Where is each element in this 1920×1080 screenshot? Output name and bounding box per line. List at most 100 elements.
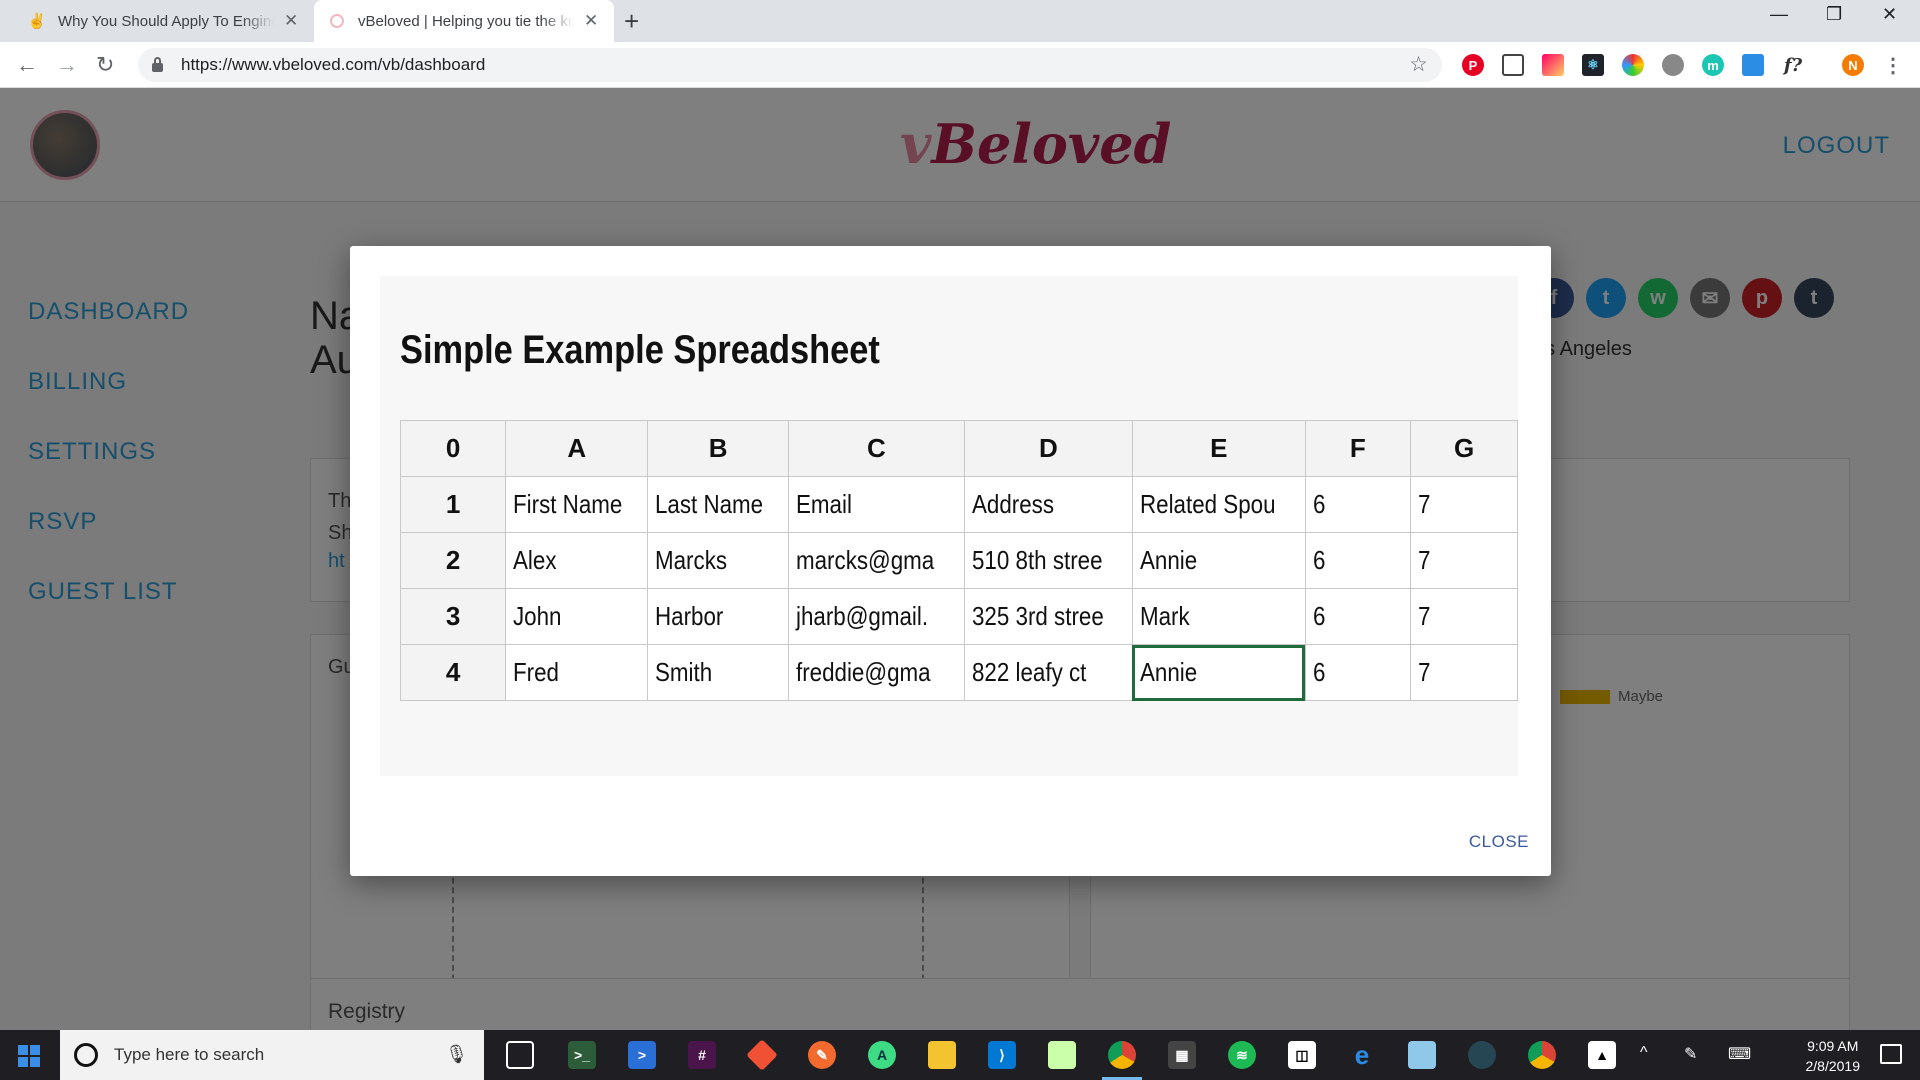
grid-cell: 6 [1304, 476, 1412, 533]
table-row: 4 Fred Smith freddie@gma 822 leafy ct An… [399, 644, 1518, 701]
postman-icon[interactable]: ✎ [808, 1041, 836, 1069]
grid-cell: Smith [647, 644, 789, 701]
selected-cell: Annie [1131, 644, 1306, 701]
grid-cell: First Name [505, 476, 649, 533]
gray-ext-icon[interactable] [1662, 54, 1684, 76]
react-ext-icon[interactable]: ⚛ [1582, 54, 1604, 76]
grid-cell: 822 leafy ct [963, 644, 1133, 701]
grid-cell: Annie [1131, 532, 1306, 589]
reader-icon[interactable]: ◫ [1288, 1041, 1316, 1069]
window-ext-icon[interactable] [1742, 54, 1764, 76]
lock-icon [152, 56, 163, 72]
grid-cell: 325 3rd stree [963, 588, 1133, 645]
photos-icon[interactable]: ▲ [1588, 1041, 1616, 1069]
color-wheel-ext-icon[interactable] [1622, 54, 1644, 76]
color-ext-icon[interactable] [1542, 54, 1564, 76]
grid-cell: 6 [1304, 532, 1412, 589]
slack-icon[interactable]: # [688, 1041, 716, 1069]
taskbar-search[interactable]: Type here to search 🎙 [60, 1030, 484, 1080]
tab-title: vBeloved | Helping you tie the knot [358, 12, 574, 30]
teal-ext-icon[interactable]: m [1702, 54, 1724, 76]
taskbar-clock[interactable]: 9:09 AM 2/8/2019 [1806, 1036, 1861, 1076]
spreadsheet-image: Simple Example Spreadsheet 0 A B C D E F… [380, 276, 1518, 776]
windows-start-icon[interactable] [18, 1045, 40, 1067]
grid-cell: jharb@gmail. [788, 588, 965, 645]
file-explorer-icon[interactable] [928, 1041, 956, 1069]
calculator-icon[interactable]: ▦ [1168, 1041, 1196, 1069]
terminal-icon[interactable]: >_ [568, 1041, 596, 1069]
reload-icon[interactable]: ↻ [96, 52, 114, 78]
grid-cell: Alex [505, 532, 649, 589]
minimize-icon[interactable]: — [1770, 4, 1788, 25]
pinterest-ext-icon[interactable]: P [1462, 54, 1484, 76]
windows-taskbar: Type here to search 🎙 >_ > # ✎ A ⟩ ▦ ≋ ◫… [0, 1030, 1920, 1080]
notes-icon[interactable] [1408, 1041, 1436, 1069]
tab-engineering[interactable]: ✌ Why You Should Apply To Engineering ✕ [14, 0, 314, 42]
peace-hand-icon: ✌ [27, 13, 47, 30]
chrome-icon[interactable] [1108, 1041, 1136, 1069]
header-cell: C [788, 420, 965, 477]
powershell-icon[interactable]: > [628, 1041, 656, 1069]
url-text[interactable]: https://www.vbeloved.com/vb/dashboard [181, 55, 485, 75]
microphone-icon[interactable]: 🎙 [445, 1044, 468, 1065]
grid-cell: freddie@gma [788, 644, 965, 701]
grid-cell: 7 [1410, 476, 1518, 533]
task-view-icon[interactable] [506, 1041, 534, 1069]
tray-chevron-icon[interactable]: ^ [1640, 1044, 1648, 1062]
close-window-icon[interactable]: ✕ [1882, 4, 1897, 25]
row-number: 3 [399, 588, 507, 645]
restore-icon[interactable]: ❐ [1826, 4, 1842, 25]
spotify-icon[interactable]: ≋ [1228, 1041, 1256, 1069]
header-cell: E [1131, 420, 1306, 477]
menu-kebab-icon[interactable]: ⋮ [1882, 54, 1904, 77]
grid-cell: Fred [505, 644, 649, 701]
close-tab-icon[interactable]: ✕ [284, 11, 298, 31]
grid-cell: 6 [1304, 644, 1412, 701]
spreadsheet-grid: 0 A B C D E F G 1 First Name Last Name E… [399, 420, 1518, 701]
back-arrow-icon[interactable]: ← [16, 52, 38, 78]
paint-icon[interactable] [1048, 1041, 1076, 1069]
forward-arrow-icon[interactable]: → [56, 52, 78, 78]
gitkraken-icon[interactable] [1468, 1041, 1496, 1069]
tab-vbeloved[interactable]: vBeloved | Helping you tie the knot ✕ [314, 0, 614, 42]
grid-cell: Last Name [647, 476, 789, 533]
header-cell: 0 [399, 420, 507, 477]
grid-cell: Marcks [647, 532, 789, 589]
clock-time: 9:09 AM [1807, 1038, 1859, 1054]
header-cell: B [647, 420, 789, 477]
pen-icon[interactable]: ✎ [1684, 1044, 1697, 1064]
grid-cell: 6 [1304, 588, 1412, 645]
font-ext-icon[interactable]: f? [1782, 54, 1804, 76]
grid-cell: Email [788, 476, 965, 533]
header-cell: G [1410, 420, 1518, 477]
keyboard-icon[interactable]: ⌨ [1728, 1044, 1751, 1064]
screenshot-ext-icon[interactable] [1502, 54, 1524, 76]
chrome-alt-icon[interactable] [1528, 1041, 1556, 1069]
clock-date: 2/8/2019 [1805, 1058, 1861, 1074]
grid-cell: 510 8th stree [963, 532, 1133, 589]
vscode-icon[interactable]: ⟩ [988, 1041, 1016, 1069]
grid-cell: 7 [1410, 644, 1518, 701]
table-row: 1 First Name Last Name Email Address Rel… [399, 476, 1518, 533]
grid-cell: Harbor [647, 588, 789, 645]
header-cell: F [1304, 420, 1412, 477]
bookmark-star-icon[interactable]: ☆ [1409, 52, 1428, 77]
new-tab-button[interactable]: + [624, 6, 639, 37]
grid-cell: marcks@gma [788, 532, 965, 589]
profile-avatar[interactable]: N [1842, 54, 1864, 76]
grid-cell: Mark [1131, 588, 1306, 645]
edge-icon[interactable]: e [1348, 1040, 1376, 1070]
vbeloved-favicon-icon [328, 12, 346, 30]
header-cell: A [505, 420, 649, 477]
header-cell: D [963, 420, 1133, 477]
notification-icon[interactable] [1880, 1044, 1902, 1064]
close-button[interactable]: CLOSE [1469, 832, 1529, 852]
close-tab-icon[interactable]: ✕ [584, 11, 598, 31]
grid-cell: Address [963, 476, 1133, 533]
url-bar[interactable]: https://www.vbeloved.com/vb/dashboard ☆ [138, 48, 1442, 82]
grid-cell: Related Spou [1131, 476, 1306, 533]
grid-cell: John [505, 588, 649, 645]
table-row: 3 John Harbor jharb@gmail. 325 3rd stree… [399, 588, 1518, 645]
git-icon[interactable] [746, 1039, 778, 1071]
android-studio-icon[interactable]: A [868, 1041, 896, 1069]
